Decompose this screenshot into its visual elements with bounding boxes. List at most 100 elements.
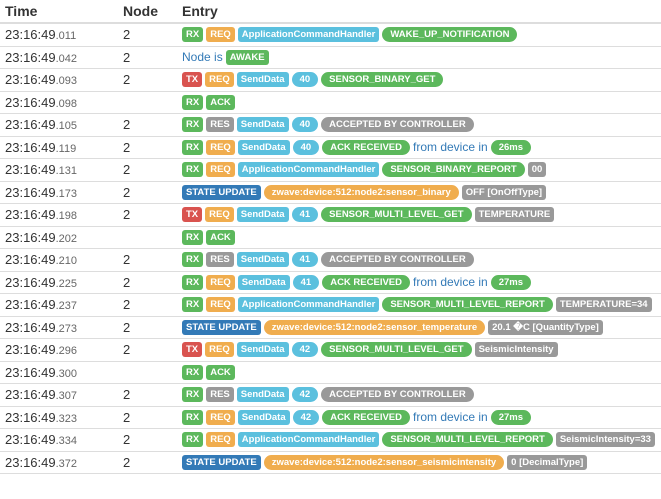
entry-label: RX [182,409,204,425]
row-node: 2 [123,454,131,470]
entry-pill: 41 [291,252,319,268]
row-entry: Node is AWAKE [182,49,661,65]
entry-label: REQ [205,207,234,223]
row-entry: RX RES SendData 41 ACCEPTED BY CONTROLLER [182,252,661,268]
table-row[interactable]: 23:16:49.300 RX ACK [0,362,661,384]
entry-label: SendData [236,72,289,88]
time-milliseconds: .225 [55,277,78,290]
time-milliseconds: .237 [55,300,78,313]
row-time: 23:16:49.198 [0,207,123,222]
entry-label: ApplicationCommandHandler [237,162,380,178]
table-row[interactable]: 23:16:49.173 2 STATE UPDATE zwave:device:51… [0,182,661,204]
time-value: 23:16:49 [5,252,56,268]
table-row[interactable]: 23:16:49.237 2 RX REQ ApplicationCommandHand… [0,294,661,317]
row-time: 23:16:49.098 [0,95,123,110]
time-milliseconds: .296 [55,345,78,358]
table-row[interactable]: 23:16:49.098 RX ACK [0,92,661,114]
table-row[interactable]: 23:16:49.323 2 RX REQ SendData 42 ACK RECEIVED… [0,407,661,429]
row-time: 23:16:49.105 [0,117,123,132]
entry-label: TX [182,207,203,223]
row-node: 2 [123,72,131,88]
entry-label: RX [182,432,204,448]
row-entry: RX RES SendData 40 ACCEPTED BY CONTROLLER [182,117,661,133]
entry-label: REQ [206,162,235,178]
entry-pill: WAKE_UP_NOTIFICATION [382,27,518,43]
table-row[interactable]: 23:16:49.273 2 STATE UPDATE zwave:device:51… [0,317,661,339]
row-entry: STATE UPDATE zwave:device:512:node2:senso… [182,319,661,335]
entry-label: STATE UPDATE [182,454,261,470]
table-row[interactable]: 23:16:49.119 2 RX REQ SendData 40 ACK RECEIVED… [0,137,661,159]
row-time: 23:16:49.237 [0,297,123,312]
entry-label: SendData [237,409,290,425]
row-entry: RX ACK [182,94,661,110]
table-row[interactable]: 23:16:49.198 2 TX REQ SendData 41 SENSOR_MULTI… [0,204,661,227]
entry-label: ACK [206,364,235,380]
entry-label: RES [206,252,234,268]
entry-pill: 27ms [490,409,532,425]
entry-text: from device in [413,275,488,290]
table-row[interactable]: 23:16:49.334 2 RX REQ ApplicationCommandHand… [0,429,661,452]
entry-label: SendData [236,252,289,268]
time-milliseconds: .210 [55,255,78,268]
time-milliseconds: .273 [55,322,78,335]
row-entry: RX REQ SendData 42 ACK RECEIVED from device i… [182,409,661,425]
entry-label: RX [182,162,204,178]
time-value: 23:16:49 [5,139,56,155]
row-node: 2 [123,387,131,403]
entry-label: SendData [237,139,290,155]
table-row[interactable]: 23:16:49.105 2 RX RES SendData 40 ACCEPTED BY … [0,114,661,137]
time-value: 23:16:49 [5,364,56,380]
table-row[interactable]: 23:16:49.296 2 TX REQ SendData 42 SENSOR_MULTI… [0,339,661,362]
row-node: 2 [123,184,131,200]
entry-label: REQ [206,139,235,155]
entry-label: 20.1 �C [QuantityType] [488,319,603,335]
table-row[interactable]: 23:16:49.131 2 RX REQ ApplicationCommandHand… [0,159,661,182]
entry-label: REQ [205,72,234,88]
entry-pill: 42 [291,342,319,358]
table-body: 23:16:49.011 2 RX REQ ApplicationCommandHand… [0,24,661,474]
entry-pill: 41 [292,274,320,290]
table-row[interactable]: 23:16:49.093 2 TX REQ SendData 40 SENSOR_BINAR… [0,69,661,92]
table-row[interactable]: 23:16:49.011 2 RX REQ ApplicationCommandHand… [0,24,661,47]
time-value: 23:16:49 [5,229,56,245]
column-header-node: Node [123,3,158,19]
table-row[interactable]: 23:16:49.225 2 RX REQ SendData 41 ACK RECEIVED… [0,272,661,294]
entry-label: TEMPERATURE [474,207,555,223]
row-time: 23:16:49.011 [0,27,123,42]
table-row[interactable]: 23:16:49.372 2 STATE UPDATE zwave:device:51… [0,452,661,474]
entry-pill: SENSOR_MULTI_LEVEL_REPORT [382,297,553,313]
row-node: 2 [123,409,131,425]
entry-pill: 40 [292,139,320,155]
time-milliseconds: .119 [55,142,77,155]
entry-pill: 26ms [490,139,532,155]
entry-pill: SENSOR_MULTI_LEVEL_REPORT [382,432,553,448]
entry-label: TEMPERATURE=34 [555,297,652,313]
row-entry: RX REQ ApplicationCommandHandler SENSOR_BIN… [182,162,661,178]
entry-label: ApplicationCommandHandler [237,297,380,313]
row-node: 2 [123,162,131,178]
entry-label: RX [182,297,204,313]
time-value: 23:16:49 [5,94,56,110]
row-node: 2 [123,252,131,268]
row-entry: TX REQ SendData 41 SENSOR_MULTI_LEVEL_GET TEM… [182,207,661,223]
time-value: 23:16:49 [5,72,56,88]
row-time: 23:16:49.296 [0,342,123,357]
entry-label: RX [182,364,204,380]
time-value: 23:16:49 [5,117,56,133]
table-row[interactable]: 23:16:49.202 RX ACK [0,227,661,249]
entry-label: REQ [206,432,235,448]
table-row[interactable]: 23:16:49.210 2 RX RES SendData 41 ACCEPTED BY … [0,249,661,272]
entry-label: REQ [206,274,235,290]
row-entry: RX REQ SendData 40 ACK RECEIVED from device i… [182,139,661,155]
row-node: 2 [123,117,131,133]
entry-label: STATE UPDATE [182,184,261,200]
entry-label: RX [182,27,204,43]
row-node: 2 [123,274,131,290]
time-value: 23:16:49 [5,184,56,200]
table-row[interactable]: 23:16:49.042 2 Node is AWAKE [0,47,661,69]
entry-label: STATE UPDATE [182,319,261,335]
row-entry: RX ACK [182,364,661,380]
table-row[interactable]: 23:16:49.307 2 RX RES SendData 42 ACCEPTED BY … [0,384,661,407]
column-header-entry: Entry [182,3,218,19]
row-entry: RX ACK [182,229,661,245]
